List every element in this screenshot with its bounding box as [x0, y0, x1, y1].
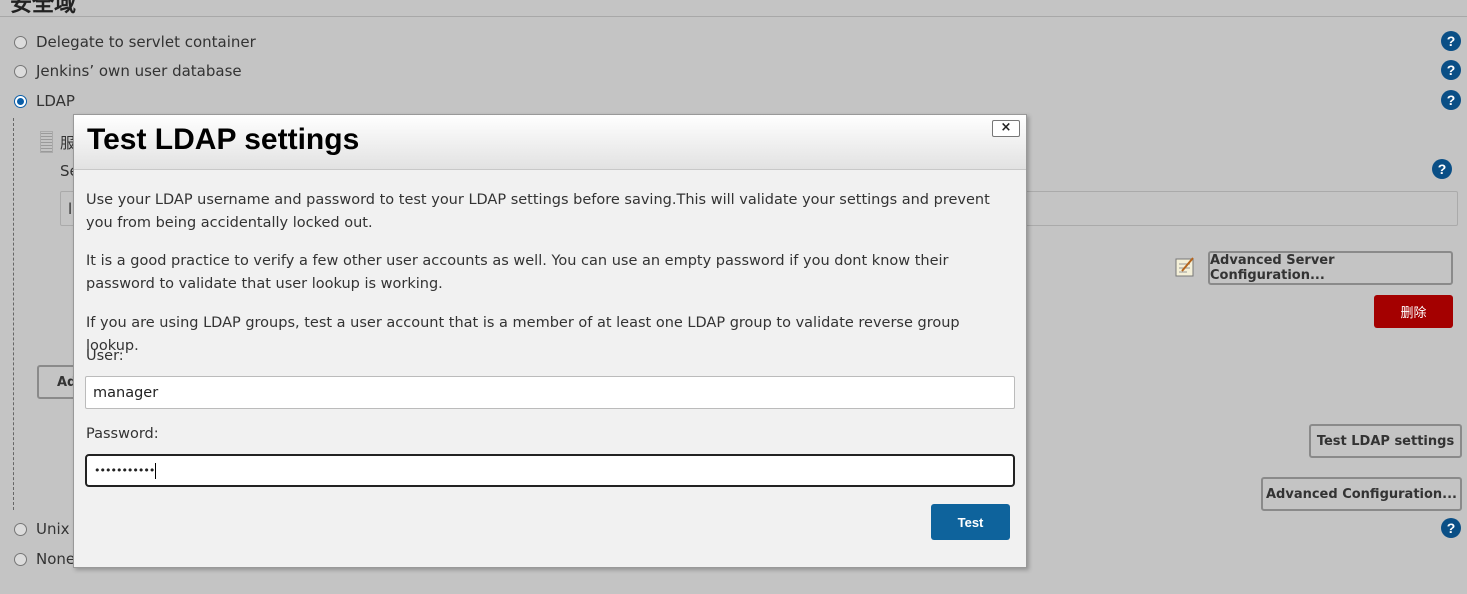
- realm-ldap-label: LDAP: [36, 92, 75, 110]
- test-button[interactable]: Test: [931, 504, 1010, 540]
- help-icon[interactable]: ?: [1441, 518, 1461, 538]
- radio-button-selected[interactable]: [14, 94, 27, 108]
- user-label: User:: [86, 348, 124, 364]
- realm-delegate-label: Delegate to servlet container: [36, 33, 256, 51]
- password-label: Password:: [86, 426, 159, 442]
- radio-button[interactable]: [14, 522, 27, 536]
- dialog-paragraph-groups: If you are using LDAP groups, test a use…: [86, 315, 960, 354]
- realm-delegate-option[interactable]: Delegate to servlet container: [14, 32, 256, 52]
- text-caret: [155, 462, 157, 479]
- realm-none-option[interactable]: None: [14, 549, 75, 569]
- drag-handle-icon[interactable]: [40, 131, 53, 153]
- dialog-paragraph-practice: It is a good practice to verify a few ot…: [86, 253, 949, 292]
- help-icon[interactable]: ?: [1441, 60, 1461, 80]
- user-input-value: manager: [93, 384, 159, 401]
- user-input[interactable]: manager: [85, 376, 1015, 409]
- notepad-icon[interactable]: [1174, 256, 1196, 278]
- close-button[interactable]: ×: [992, 120, 1020, 137]
- dialog-paragraph-intro: Use your LDAP username and password to t…: [86, 192, 990, 231]
- server-input-fragment: l: [68, 200, 73, 218]
- radio-button[interactable]: [14, 552, 27, 566]
- delete-button[interactable]: 删除: [1374, 295, 1453, 328]
- password-input[interactable]: •••••••••••: [85, 454, 1015, 487]
- test-ldap-settings-button[interactable]: Test LDAP settings: [1309, 424, 1462, 458]
- ldap-section-border: [13, 118, 14, 510]
- realm-jenkins-db-option[interactable]: Jenkins’ own user database: [14, 61, 242, 81]
- test-ldap-dialog: Test LDAP settings × Use your LDAP usern…: [73, 114, 1027, 568]
- help-icon[interactable]: ?: [1441, 31, 1461, 51]
- radio-button[interactable]: [14, 64, 27, 78]
- password-input-value: •••••••••••: [94, 464, 155, 477]
- realm-jenkins-db-label: Jenkins’ own user database: [36, 62, 242, 80]
- close-icon: ×: [1000, 120, 1012, 135]
- dialog-title: Test LDAP settings: [87, 123, 360, 156]
- dialog-header: Test LDAP settings ×: [74, 115, 1026, 170]
- radio-button[interactable]: [14, 35, 27, 49]
- advanced-configuration-button[interactable]: Advanced Configuration...: [1261, 477, 1462, 511]
- realm-none-label: None: [36, 550, 76, 568]
- title-divider: [0, 16, 1467, 17]
- help-icon[interactable]: ?: [1441, 90, 1461, 110]
- realm-ldap-option[interactable]: LDAP: [14, 91, 75, 111]
- advanced-server-configuration-button[interactable]: Advanced Server Configuration...: [1208, 251, 1453, 285]
- help-icon[interactable]: ?: [1432, 159, 1452, 179]
